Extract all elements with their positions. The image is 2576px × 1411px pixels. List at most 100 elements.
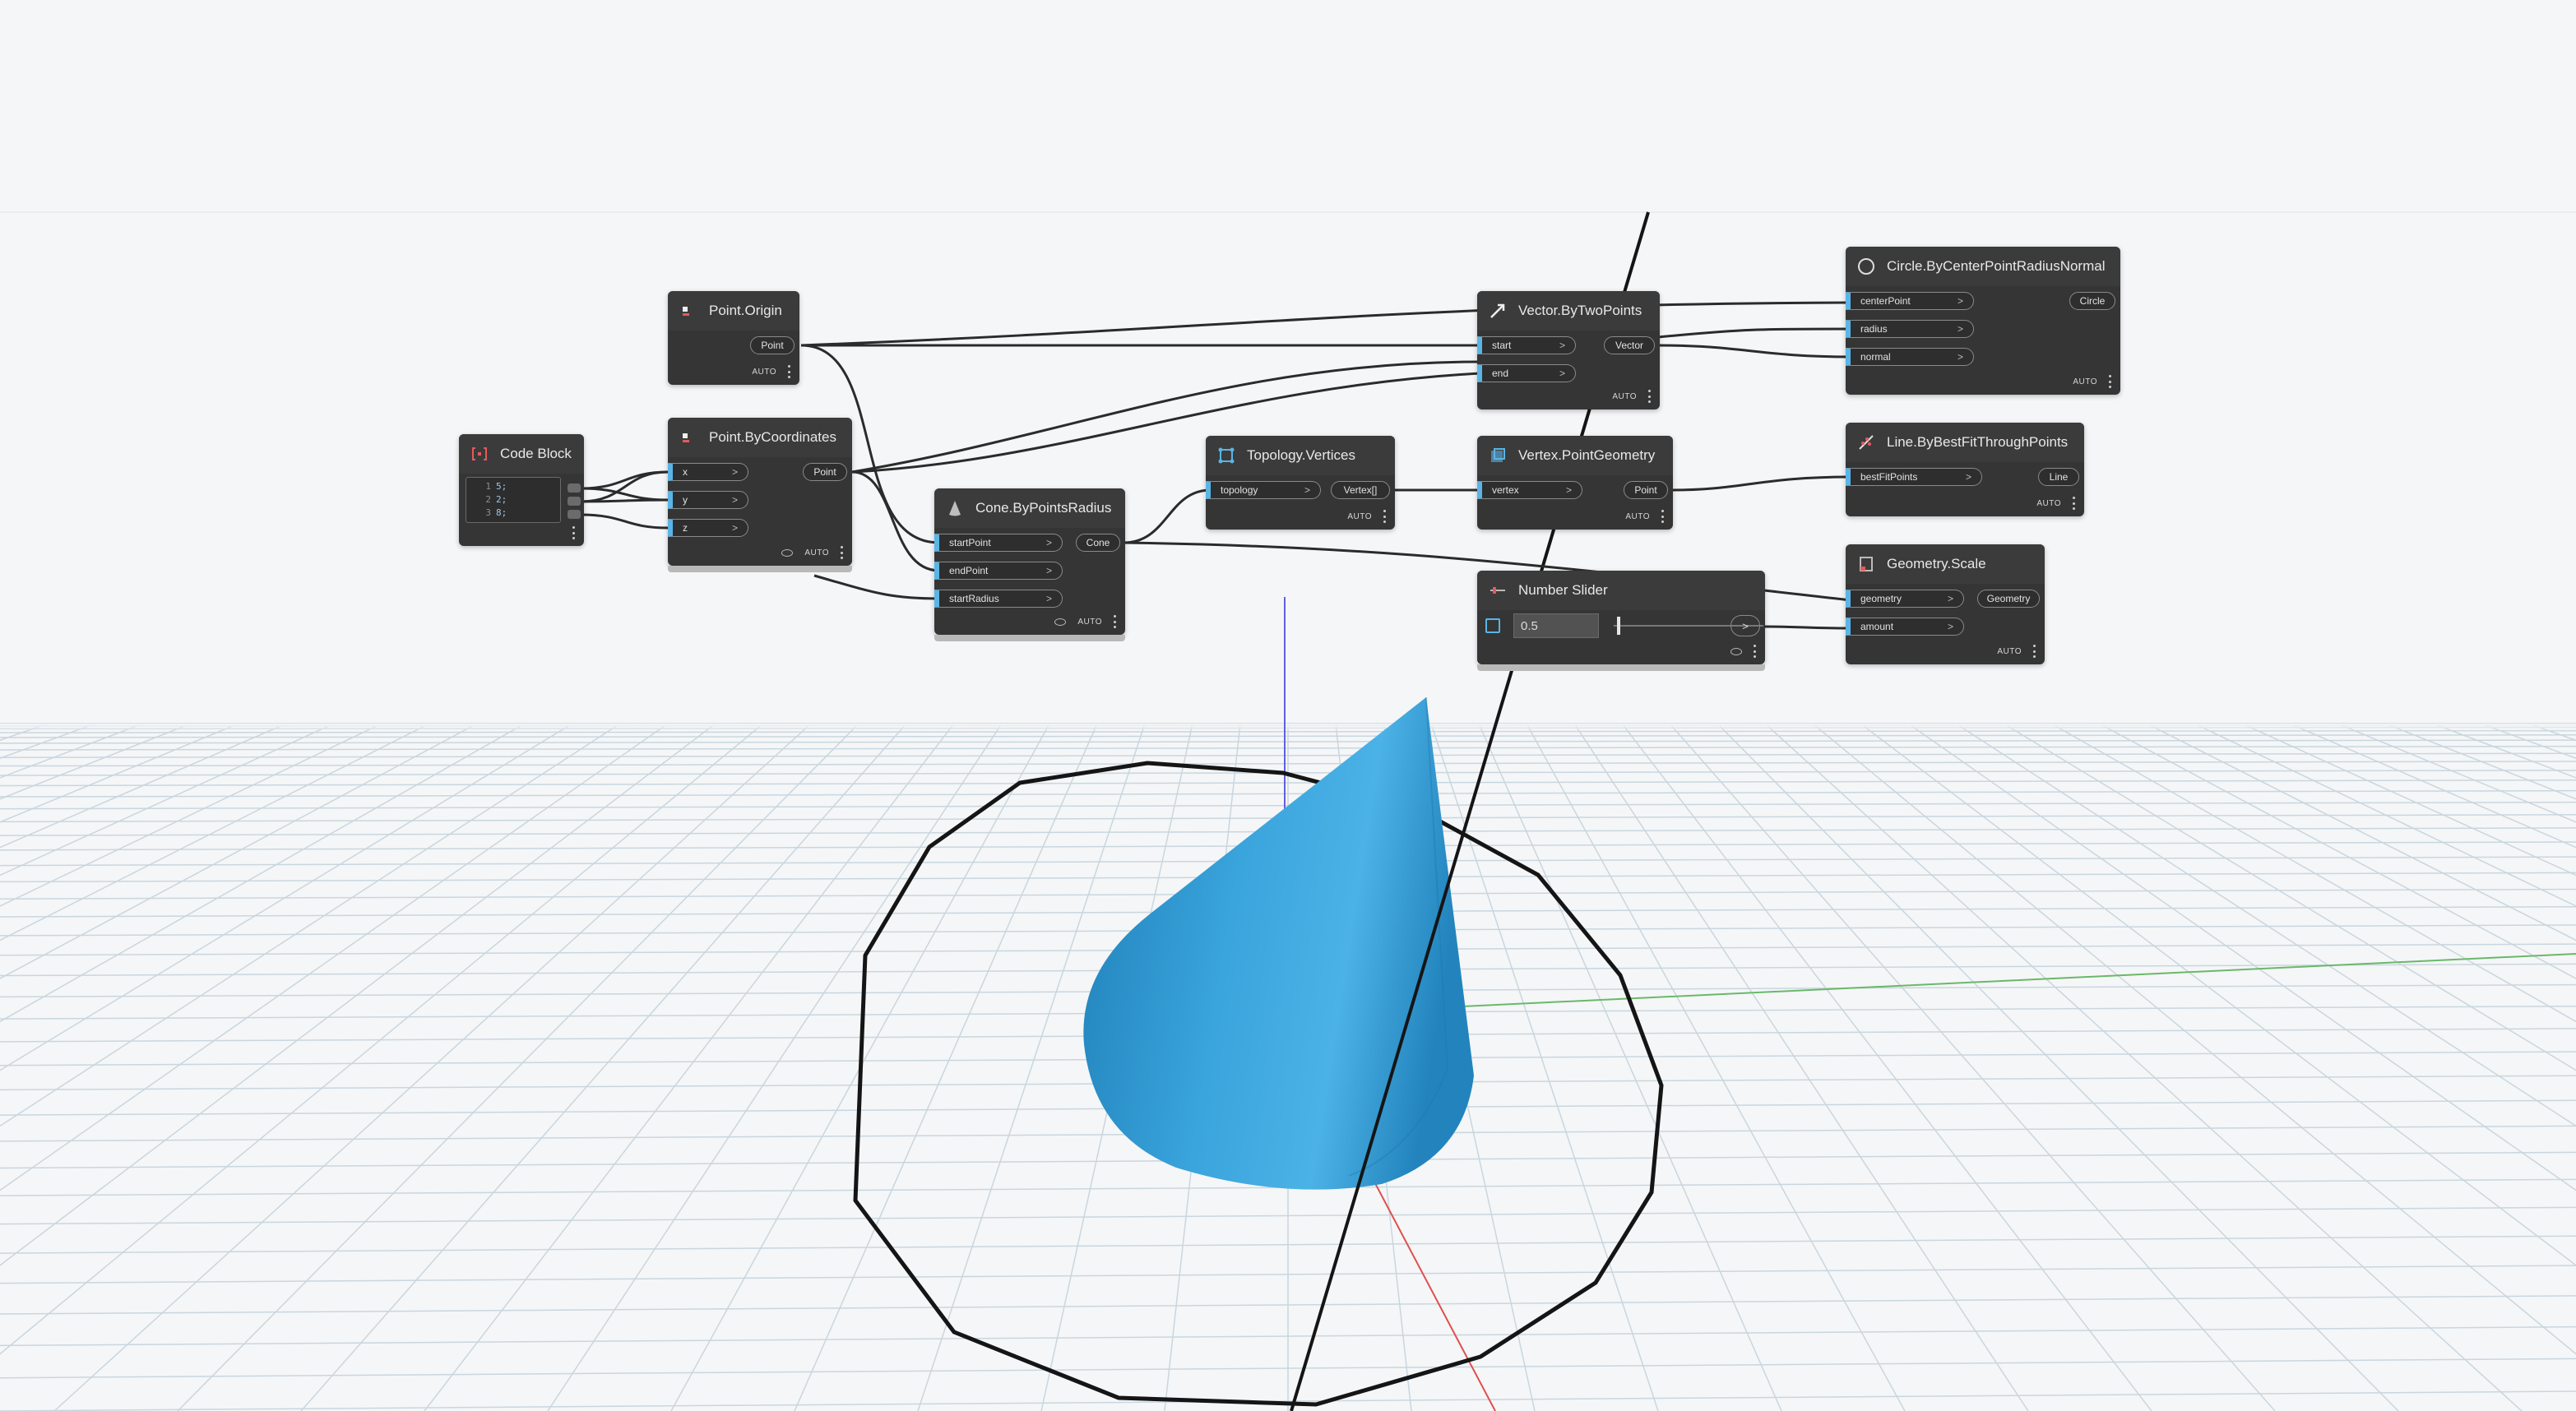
kebab-menu-icon[interactable] [1661, 510, 1665, 523]
node-point-by-coordinates[interactable]: Point.ByCoordinates x > y > z > Point AUTO [668, 418, 852, 572]
vertex-icon [1489, 446, 1507, 465]
input-port-centerpoint[interactable]: centerPoint > [1846, 292, 1974, 310]
node-status-bar [934, 635, 1125, 641]
slider-icon [1489, 581, 1507, 599]
node-code-block[interactable]: Code Block 1 5; 2 2; 3 8; [459, 434, 584, 546]
chevron-right-icon: > [1045, 537, 1052, 548]
lacing-label: AUTO [752, 367, 776, 377]
node-number-slider[interactable]: Number Slider 0.5 > [1477, 571, 1765, 671]
output-port-point[interactable]: Point [803, 463, 847, 481]
node-title: Point.ByCoordinates [709, 429, 836, 445]
input-port-z[interactable]: z > [668, 519, 748, 537]
chevron-right-icon: > [1304, 484, 1310, 496]
node-circle-by-center-point-radius-normal[interactable]: Circle.ByCenterPointRadiusNormal centerP… [1846, 247, 2120, 395]
input-port-amount[interactable]: amount > [1846, 618, 1964, 636]
kebab-menu-icon[interactable] [1383, 510, 1387, 523]
geometry-viewport[interactable] [0, 0, 2576, 1411]
preview-eye-icon[interactable] [781, 548, 794, 557]
code-line: 3 8; [485, 507, 507, 518]
chevron-right-icon: > [1565, 484, 1572, 496]
slider-thumb[interactable] [1617, 617, 1620, 635]
output-port-point[interactable]: Point [1624, 481, 1668, 499]
node-vertex-point-geometry[interactable]: Vertex.PointGeometry vertex > Point AUTO [1477, 436, 1673, 530]
node-title: Number Slider [1518, 582, 1608, 598]
node-line-by-best-fit-through-points[interactable]: Line.ByBestFitThroughPoints bestFitPoint… [1846, 423, 2084, 516]
kebab-menu-icon[interactable] [2033, 645, 2036, 658]
kebab-menu-icon[interactable] [841, 546, 844, 559]
chevron-right-icon: > [1045, 565, 1052, 576]
kebab-menu-icon[interactable] [1754, 645, 1757, 658]
input-port-topology[interactable]: topology > [1206, 481, 1321, 499]
input-port-endpoint[interactable]: endPoint > [934, 562, 1063, 580]
input-port-geometry[interactable]: geometry > [1846, 590, 1964, 608]
slider-expand-toggle[interactable] [1485, 618, 1500, 633]
input-port-startradius[interactable]: startRadius > [934, 590, 1063, 608]
node-title: Vector.ByTwoPoints [1518, 303, 1642, 318]
node-point-origin[interactable]: Point.Origin Point AUTO [668, 291, 799, 385]
kebab-menu-icon[interactable] [788, 365, 791, 378]
code-block-icon [470, 445, 489, 463]
node-geometry-scale[interactable]: Geometry.Scale geometry > amount > Geometr… [1846, 544, 2045, 664]
lacing-label: AUTO [1077, 617, 1102, 627]
node-title: Code Block [500, 446, 572, 461]
input-port-normal[interactable]: normal > [1846, 348, 1974, 366]
output-port-line[interactable]: Line [2038, 468, 2079, 486]
code-line: 1 5; [485, 481, 507, 492]
output-port[interactable] [568, 510, 581, 519]
preview-eye-icon[interactable] [1054, 618, 1067, 626]
chevron-right-icon: > [1559, 368, 1565, 379]
chevron-right-icon: > [731, 522, 738, 534]
input-port-y[interactable]: y > [668, 491, 748, 509]
output-port-number[interactable]: > [1730, 615, 1760, 636]
preview-eye-icon[interactable] [1730, 647, 1742, 655]
node-status-bar [1477, 664, 1765, 671]
point-icon [679, 302, 697, 320]
code-line: 2 2; [485, 494, 507, 505]
node-title: Geometry.Scale [1887, 556, 1986, 571]
kebab-menu-icon[interactable] [2109, 375, 2112, 388]
line-icon [1857, 433, 1875, 451]
vector-arrow-icon [1489, 302, 1507, 320]
node-status-bar [668, 566, 852, 572]
kebab-menu-icon[interactable] [572, 526, 576, 539]
input-port-x[interactable]: x > [668, 463, 748, 481]
circle-icon [1857, 257, 1875, 275]
chevron-right-icon: > [1559, 340, 1565, 351]
output-port-point[interactable]: Point [750, 336, 795, 354]
kebab-menu-icon[interactable] [1114, 615, 1117, 628]
chevron-right-icon: > [1947, 621, 1953, 632]
input-port-startpoint[interactable]: startPoint > [934, 534, 1063, 552]
topology-icon [1217, 446, 1235, 465]
input-port-bestfitpoints[interactable]: bestFitPoints > [1846, 468, 1982, 486]
node-title: Circle.ByCenterPointRadiusNormal [1887, 258, 2106, 274]
output-port[interactable] [568, 483, 581, 493]
output-port-vertex-list[interactable]: Vertex[] [1331, 481, 1390, 499]
input-port-start[interactable]: start > [1477, 336, 1576, 354]
output-port-circle[interactable]: Circle [2069, 292, 2115, 310]
code-editor[interactable]: 1 5; 2 2; 3 8; [466, 477, 561, 523]
cone-icon [946, 499, 964, 517]
input-port-end[interactable]: end > [1477, 364, 1576, 382]
node-cone-by-points-radius[interactable]: Cone.ByPointsRadius startPoint > endPoint… [934, 488, 1125, 641]
slider-value-input[interactable]: 0.5 [1513, 613, 1599, 638]
node-topology-vertices[interactable]: Topology.Vertices topology > Vertex[] AUT… [1206, 436, 1395, 530]
kebab-menu-icon[interactable] [2073, 497, 2076, 510]
kebab-menu-icon[interactable] [1648, 390, 1652, 403]
chevron-right-icon: > [1947, 593, 1953, 604]
output-port[interactable] [568, 497, 581, 506]
output-port-cone[interactable]: Cone [1076, 534, 1120, 552]
chevron-right-icon: > [731, 494, 738, 506]
lacing-label: AUTO [2073, 377, 2097, 386]
output-port-vector[interactable]: Vector [1604, 336, 1655, 354]
input-port-radius[interactable]: radius > [1846, 320, 1974, 338]
node-vector-by-two-points[interactable]: Vector.ByTwoPoints start > end > Vector AU… [1477, 291, 1660, 409]
input-port-vertex[interactable]: vertex > [1477, 481, 1582, 499]
output-port-geometry[interactable]: Geometry [1977, 590, 2040, 608]
chevron-right-icon: > [1957, 295, 1963, 307]
chevron-right-icon: > [1045, 593, 1052, 604]
lacing-label: AUTO [804, 548, 829, 557]
chevron-right-icon: > [1957, 351, 1963, 363]
lacing-label: AUTO [1997, 646, 2022, 656]
geometry-scale-icon [1857, 555, 1875, 573]
node-title: Point.Origin [709, 303, 782, 318]
